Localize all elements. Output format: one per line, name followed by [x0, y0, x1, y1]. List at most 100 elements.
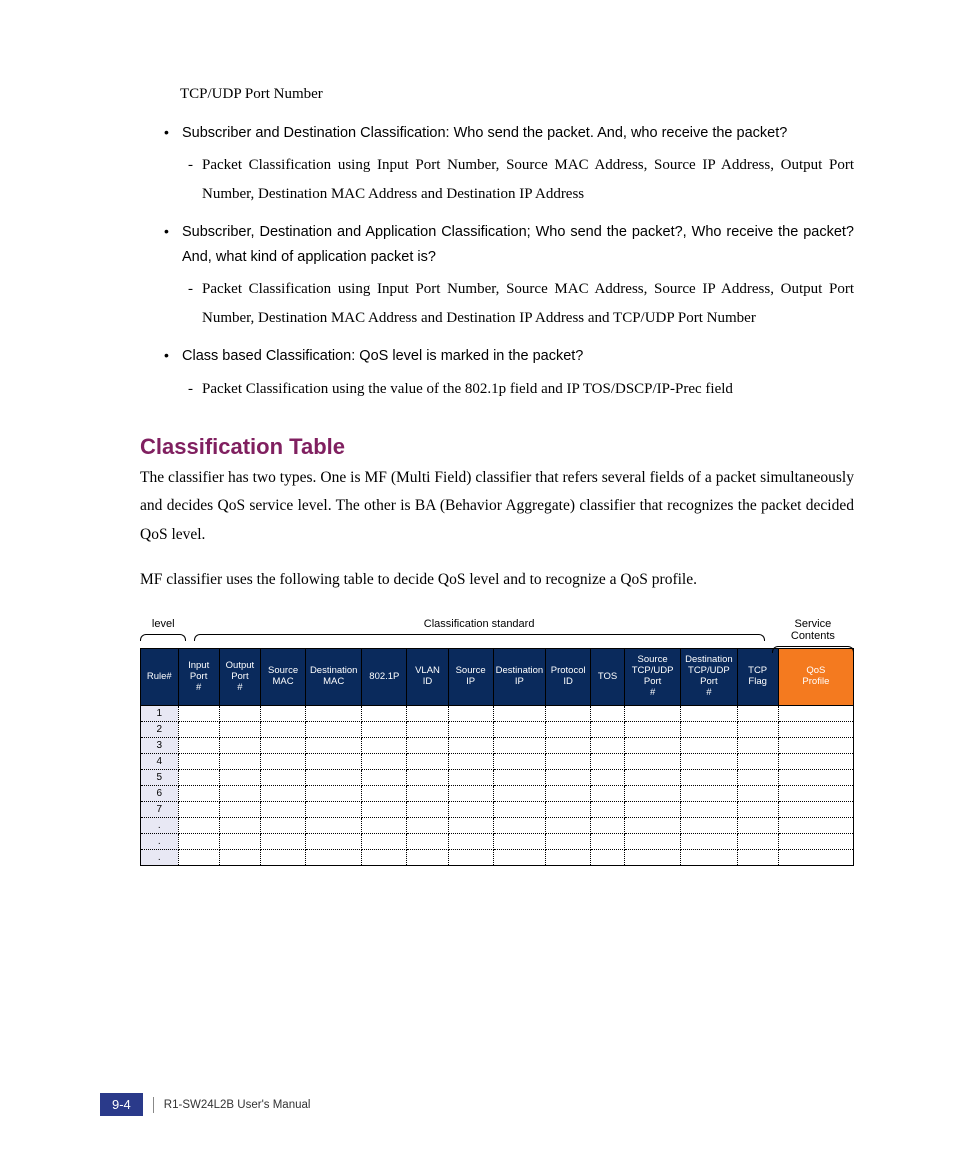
- table-cell: [448, 737, 493, 753]
- col-header: TCPFlag: [737, 649, 778, 706]
- table-cell: [546, 769, 591, 785]
- table-cell: [737, 753, 778, 769]
- table-cell: [219, 849, 260, 865]
- col-header: SourceMAC: [261, 649, 306, 706]
- table-cell: [219, 753, 260, 769]
- table-cell: [261, 833, 306, 849]
- table-cell: [546, 705, 591, 721]
- table-cell: [493, 721, 546, 737]
- table-cell: [624, 721, 680, 737]
- table-cell: [362, 705, 407, 721]
- table-cell: [448, 817, 493, 833]
- table-cell: [737, 849, 778, 865]
- table-cell: [407, 705, 448, 721]
- table-cell: [261, 753, 306, 769]
- table-cell: [362, 753, 407, 769]
- table-cell: [624, 785, 680, 801]
- paragraph-1: The classifier has two types. One is MF …: [140, 464, 854, 550]
- table-cell: [178, 721, 219, 737]
- table-cell: [591, 721, 625, 737]
- col-header: VLANID: [407, 649, 448, 706]
- col-header: DestinationIP: [493, 649, 546, 706]
- rule-index-cell: 3: [141, 737, 179, 753]
- table-cell: [681, 785, 737, 801]
- col-header: DestinationTCP/UDPPort#: [681, 649, 737, 706]
- table-cell: [448, 785, 493, 801]
- table-cell: [306, 785, 362, 801]
- rule-index-cell: 2: [141, 721, 179, 737]
- rule-index-cell: 7: [141, 801, 179, 817]
- rule-index-cell: 1: [141, 705, 179, 721]
- table-cell: [306, 737, 362, 753]
- table-cell: [737, 801, 778, 817]
- table-cell: [778, 849, 853, 865]
- table-cell: [407, 833, 448, 849]
- table-cell: [624, 705, 680, 721]
- col-header: InputPort#: [178, 649, 219, 706]
- table-cell: [306, 769, 362, 785]
- rule-index-cell: .: [141, 817, 179, 833]
- table-cell: [448, 721, 493, 737]
- table-cell: [624, 801, 680, 817]
- table-cell: [219, 801, 260, 817]
- table-cell: [407, 769, 448, 785]
- table-cell: [362, 769, 407, 785]
- table-cell: [362, 721, 407, 737]
- col-header: SourceIP: [448, 649, 493, 706]
- table-cell: [493, 833, 546, 849]
- classification-table: Rule#InputPort#OutputPort#SourceMACDesti…: [140, 648, 854, 866]
- bullet-1-sub: Packet Classification using Input Port N…: [188, 151, 854, 208]
- table-cell: [407, 849, 448, 865]
- table-cell: [306, 849, 362, 865]
- table-cell: [546, 833, 591, 849]
- table-cell: [261, 737, 306, 753]
- table-cell: [546, 721, 591, 737]
- col-header: TOS: [591, 649, 625, 706]
- table-cell: [778, 833, 853, 849]
- table-cell: [591, 769, 625, 785]
- table-cell: [737, 769, 778, 785]
- table-cell: [624, 833, 680, 849]
- table-cell: [591, 849, 625, 865]
- table-cell: [178, 833, 219, 849]
- table-cell: [407, 817, 448, 833]
- table-cell: [591, 737, 625, 753]
- table-cell: [737, 705, 778, 721]
- table-cell: [681, 833, 737, 849]
- col-header: 802.1P: [362, 649, 407, 706]
- table-cell: [261, 705, 306, 721]
- table-cell: [407, 721, 448, 737]
- table-cell: [219, 785, 260, 801]
- table-cell: [493, 849, 546, 865]
- table-cell: [493, 705, 546, 721]
- table-cell: [681, 705, 737, 721]
- bullet-2: Subscriber, Destination and Application …: [168, 220, 854, 269]
- table-cell: [591, 785, 625, 801]
- table-cell: [591, 705, 625, 721]
- table-cell: [219, 705, 260, 721]
- table-cell: [362, 817, 407, 833]
- col-header: DestinationMAC: [306, 649, 362, 706]
- table-cell: [681, 737, 737, 753]
- table-cell: [219, 737, 260, 753]
- rule-index-cell: .: [141, 849, 179, 865]
- table-cell: [591, 833, 625, 849]
- table-cell: [178, 737, 219, 753]
- page-footer: 9-4 R1-SW24L2B User's Manual: [100, 1093, 310, 1116]
- table-cell: [178, 753, 219, 769]
- table-cell: [178, 785, 219, 801]
- table-cell: [778, 737, 853, 753]
- table-cell: [778, 785, 853, 801]
- table-cell: [306, 705, 362, 721]
- table-cell: [624, 737, 680, 753]
- bullet-1: Subscriber and Destination Classificatio…: [168, 121, 854, 146]
- table-cell: [546, 785, 591, 801]
- table-cell: [546, 849, 591, 865]
- table-cell: [178, 769, 219, 785]
- table-cell: [178, 849, 219, 865]
- table-cell: [261, 849, 306, 865]
- page-number: 9-4: [100, 1093, 143, 1116]
- table-cell: [591, 801, 625, 817]
- table-cell: [778, 753, 853, 769]
- brace-label-level: level: [140, 618, 186, 632]
